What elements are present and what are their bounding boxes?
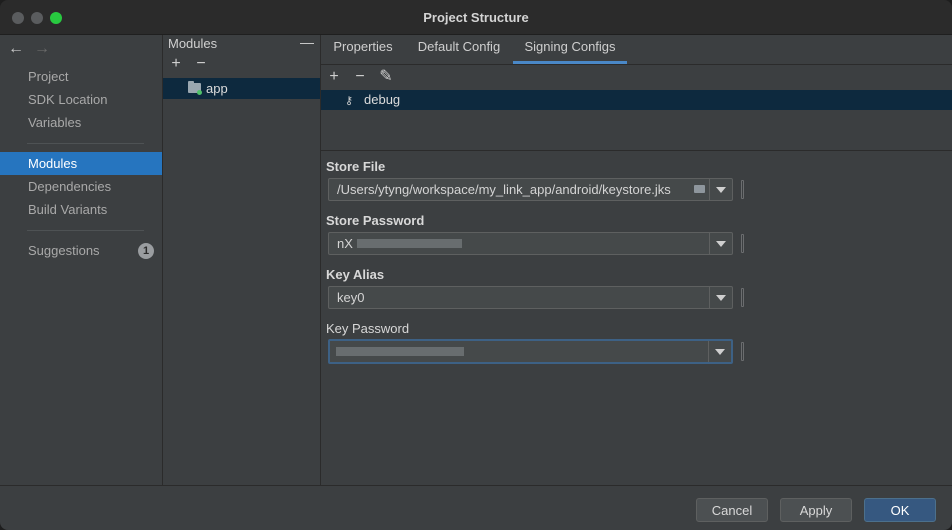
tab-signing-configs[interactable]: Signing Configs <box>513 35 627 64</box>
nav-item-project[interactable]: Project <box>0 65 162 88</box>
redacted-blur <box>336 347 464 356</box>
key-icon: ⚷ <box>345 95 354 107</box>
store-file-label: Store File <box>326 159 386 174</box>
key-alias-field[interactable]: key0 <box>328 286 733 309</box>
key-alias-value: key0 <box>337 290 365 305</box>
ok-button[interactable]: OK <box>864 498 936 522</box>
store-password-field[interactable]: nX <box>328 232 733 255</box>
module-label: app <box>206 81 228 96</box>
nav-divider <box>27 230 144 231</box>
signing-configs-list: ⚷ debug <box>321 90 952 151</box>
remove-module-button[interactable]: − <box>193 54 209 74</box>
collapse-panel-button[interactable]: — <box>300 35 314 50</box>
store-file-value: /Users/ytyng/workspace/my_link_app/andro… <box>337 182 671 197</box>
nav-item-build-variants[interactable]: Build Variants <box>0 198 162 221</box>
android-module-dot-icon <box>197 90 202 95</box>
store-password-value: nX <box>337 236 353 251</box>
nav-divider <box>27 143 144 144</box>
nav-item-dependencies[interactable]: Dependencies <box>0 175 162 198</box>
add-signing-config-button[interactable]: + <box>326 67 342 87</box>
redacted-blur <box>357 239 462 248</box>
edit-signing-config-button[interactable]: ✎ <box>378 67 394 87</box>
window-title: Project Structure <box>423 10 529 25</box>
tab-bar: Properties Default Config Signing Config… <box>321 35 952 65</box>
module-row-app[interactable]: app <box>163 78 320 99</box>
browse-folder-icon[interactable] <box>694 185 705 193</box>
arrow-left-icon[interactable]: ← <box>8 39 24 59</box>
modules-panel: Modules — + − app <box>163 35 321 485</box>
remove-signing-config-button[interactable]: − <box>352 67 368 87</box>
chevron-down-icon[interactable] <box>709 287 732 308</box>
signing-configs-toolbar: + − ✎ <box>321 67 952 89</box>
tab-default-config[interactable]: Default Config <box>409 35 509 64</box>
modules-toolbar: + − <box>163 54 320 76</box>
field-side-handle <box>741 180 744 199</box>
title-bar: Project Structure <box>0 0 952 35</box>
nav-item-modules[interactable]: Modules <box>0 152 162 175</box>
nav-item-sdk-location[interactable]: SDK Location <box>0 88 162 111</box>
nav-item-suggestions[interactable]: Suggestions 1 <box>0 239 162 262</box>
chevron-down-icon[interactable] <box>708 341 731 362</box>
left-navigation: ← → Project SDK Location Variables Modul… <box>0 35 163 485</box>
suggestions-count-badge: 1 <box>138 243 154 259</box>
apply-button[interactable]: Apply <box>780 498 852 522</box>
key-password-field[interactable] <box>328 339 733 364</box>
key-alias-label: Key Alias <box>326 267 385 282</box>
chevron-down-icon[interactable] <box>709 179 732 200</box>
store-password-label: Store Password <box>326 213 425 228</box>
cancel-button[interactable]: Cancel <box>696 498 768 522</box>
modules-header: Modules <box>168 36 218 51</box>
signing-config-row-debug[interactable]: ⚷ debug <box>321 90 952 110</box>
nav-item-variables[interactable]: Variables <box>0 111 162 134</box>
chevron-down-icon[interactable] <box>709 233 732 254</box>
add-module-button[interactable]: + <box>168 54 184 74</box>
dialog-footer: Cancel Apply OK <box>0 485 952 530</box>
signing-config-label: debug <box>364 92 401 107</box>
key-password-label: Key Password <box>326 321 410 336</box>
main-content: Properties Default Config Signing Config… <box>321 35 952 485</box>
field-side-handle <box>741 342 744 361</box>
nav-item-suggestions-label: Suggestions <box>28 243 100 258</box>
tab-properties[interactable]: Properties <box>323 35 403 64</box>
arrow-right-icon[interactable]: → <box>34 39 50 59</box>
store-file-field[interactable]: /Users/ytyng/workspace/my_link_app/andro… <box>328 178 733 201</box>
project-structure-window: Project Structure ← → Project SDK Locati… <box>0 0 952 530</box>
field-side-handle <box>741 288 744 307</box>
field-side-handle <box>741 234 744 253</box>
